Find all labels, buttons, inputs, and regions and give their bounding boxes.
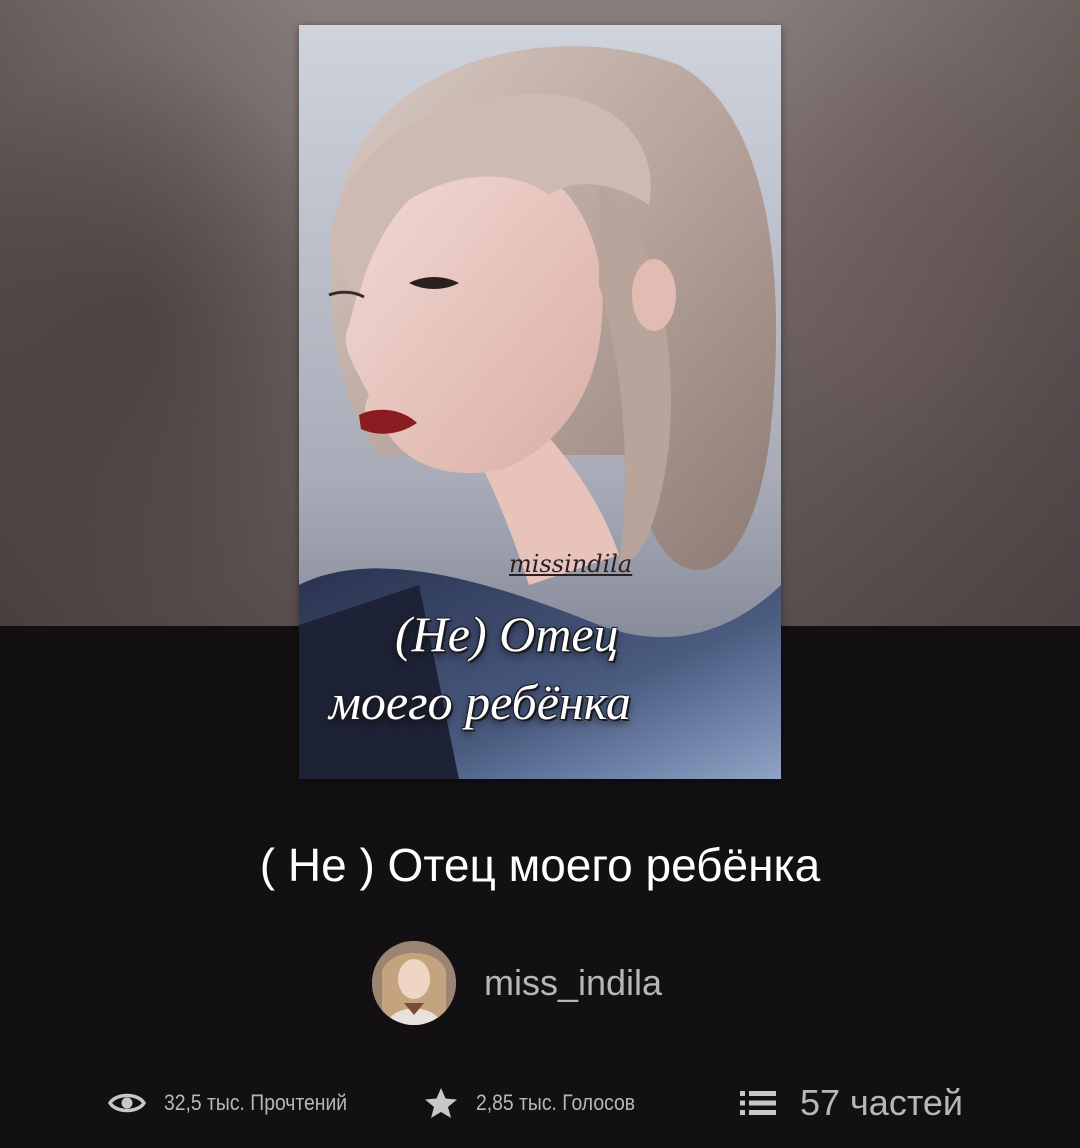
avatar-image <box>372 941 456 1025</box>
cover-title-line2: моего ребёнка <box>329 674 631 730</box>
author-name[interactable]: miss_indila <box>484 962 662 1004</box>
parts-count: 57 частей <box>800 1082 964 1123</box>
cover-title-line1: (Не) Отец <box>395 606 619 662</box>
story-stats: 32,5 тыс. Прочтений 2,85 тыс. Голосов 57… <box>0 1078 1080 1128</box>
author-avatar[interactable] <box>372 941 456 1025</box>
cover-signature: missindila <box>509 550 633 578</box>
star-icon <box>424 1087 458 1119</box>
story-details-page: missindila (Не) Отец моего ребёнка ( Не … <box>0 0 1080 1148</box>
story-title: ( Не ) Отец моего ребёнка <box>259 839 821 891</box>
author-link[interactable]: miss_indila <box>372 940 662 1026</box>
cover-illustration <box>299 25 781 779</box>
story-cover-image[interactable]: missindila (Не) Отец моего ребёнка <box>299 25 781 779</box>
reads-stat: 32,5 тыс. Прочтений <box>108 1078 372 1128</box>
parts-stat[interactable]: 57 частей <box>740 1078 963 1128</box>
eye-icon <box>108 1090 146 1116</box>
list-icon <box>740 1089 776 1117</box>
votes-count: 2,85 тыс. Голосов <box>476 1090 636 1115</box>
reads-count: 32,5 тыс. Прочтений <box>164 1090 348 1115</box>
votes-stat: 2,85 тыс. Голосов <box>424 1078 657 1128</box>
